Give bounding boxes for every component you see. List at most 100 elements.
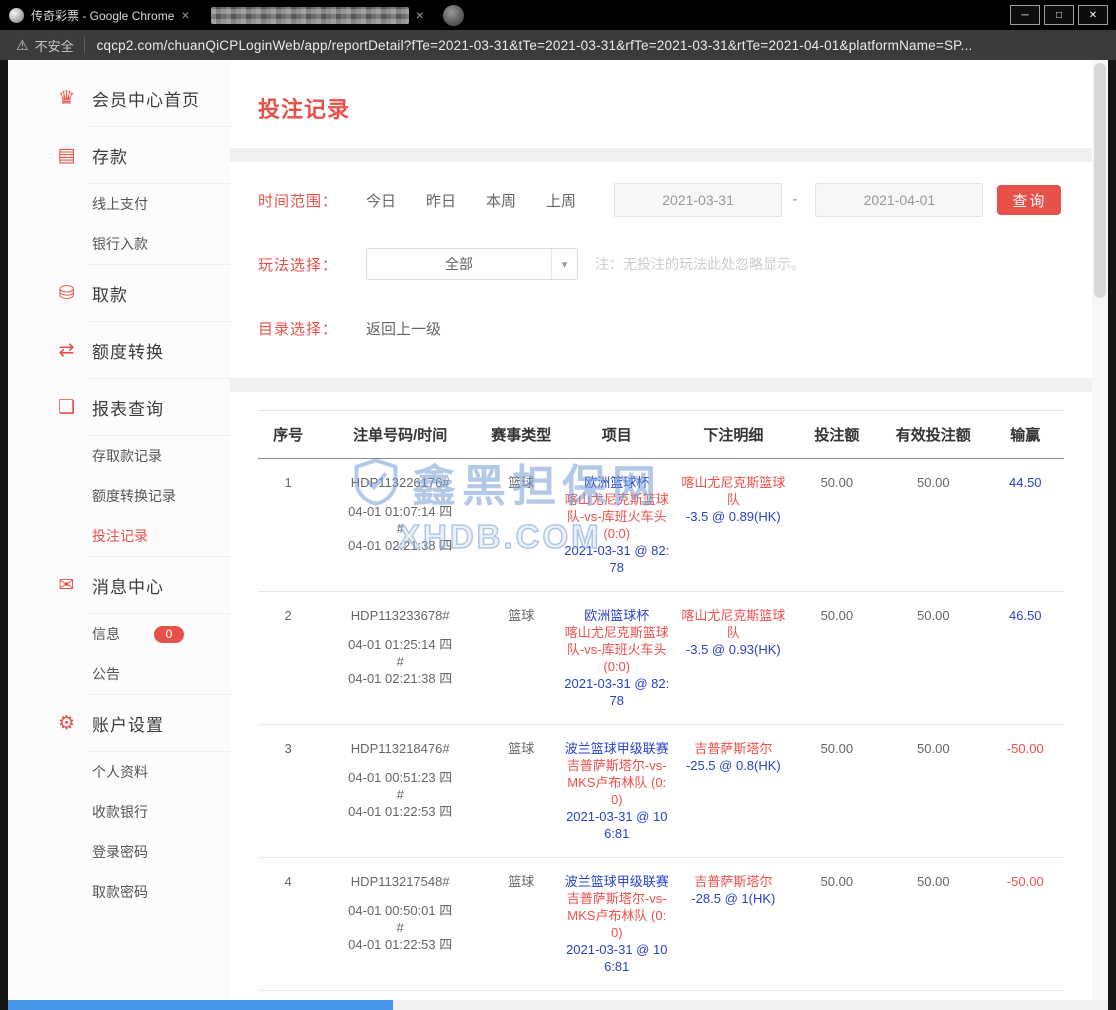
vertical-scrollbar-thumb[interactable]	[1094, 63, 1106, 298]
cell-item: 欧洲篮球杯 喀山尤尼克斯篮球队-vs-库班火车头 (0:0) 2021-03-3…	[560, 459, 673, 592]
cell-valid-amount: 50.00	[880, 858, 987, 991]
cell-order-time: HDP113233678# 04-01 01:25:14 四 # 04-01 0…	[318, 592, 482, 725]
cell-win-loss: 77.00	[987, 991, 1064, 1001]
sidebar-item-label: 存款	[92, 143, 128, 168]
cell-win-loss: -50.00	[987, 725, 1064, 858]
sidebar-item-report-query[interactable]: ❏ 报表查询	[8, 379, 230, 435]
sidebar-item-bank-deposit[interactable]: 银行入款	[8, 224, 230, 264]
search-button[interactable]: 查询	[997, 185, 1061, 215]
sidebar-item-deposit-withdraw-records[interactable]: 存取款记录	[8, 436, 230, 476]
sidebar-item-withdraw-password[interactable]: 取款密码	[8, 872, 230, 912]
date-to-input[interactable]: 2021-04-01	[815, 183, 983, 217]
date-from-input[interactable]: 2021-03-31	[614, 183, 782, 217]
table-row: 5 HDP113181282# 03-31 23:34:41 四 # 篮球 希腊…	[258, 991, 1064, 1001]
maximize-button[interactable]: □	[1044, 5, 1074, 25]
filter-card: 时间范围： 今日 昨日 本周 上周 2021-03-31 - 2021-04-0…	[230, 162, 1092, 378]
cell-bet-detail: 喀山尤尼克斯篮球队 -3.5 @ 0.89(HK)	[673, 459, 794, 592]
window-frame-right	[1108, 60, 1116, 1010]
sidebar-item-label: 信息	[92, 624, 120, 644]
cell-no: 3	[258, 725, 318, 858]
sidebar-item-announcements[interactable]: 公告	[8, 654, 230, 694]
horizontal-scrollbar[interactable]	[8, 1000, 1108, 1010]
match-date-score: 2021-03-31 @ 106:81	[563, 941, 670, 975]
sidebar-item-quota-transfer-records[interactable]: 额度转换记录	[8, 476, 230, 516]
bet-odds: -25.5 @ 0.8(HK)	[676, 757, 791, 774]
deposit-icon: ▤	[54, 144, 80, 167]
report-icon: ❏	[54, 396, 80, 419]
order-hash: #	[321, 919, 479, 936]
sidebar-item-withdraw[interactable]: ⛁ 取款	[8, 265, 230, 321]
league-name: 欧洲篮球杯	[563, 607, 670, 624]
time-range-label: 时间范围：	[258, 190, 366, 211]
sidebar-item-label: 登录密码	[92, 842, 148, 862]
tab-close-icon[interactable]: ×	[416, 8, 424, 22]
order-time-2: 04-01 01:22:53 四	[321, 803, 479, 820]
sidebar-item-message-center[interactable]: ✉ 消息中心	[8, 557, 230, 613]
back-up-level-link[interactable]: 返回上一级	[366, 318, 441, 339]
sidebar-item-bet-records[interactable]: 投注记录	[8, 516, 230, 556]
bet-team: 吉普萨斯塔尔	[676, 873, 791, 890]
match-teams: 喀山尤尼克斯篮球队-vs-库班火车头 (0:0)	[563, 491, 670, 542]
address-bar[interactable]: ⚠ 不安全 cqcp2.com/chuanQiCPLoginWeb/app/re…	[0, 30, 1116, 60]
sidebar-item-messages[interactable]: 信息 0	[8, 614, 230, 654]
page-title: 投注记录	[258, 92, 1064, 124]
cell-item: 希腊篮球甲级联赛 普罗米修斯帕特拉斯队-vs-阿里斯	[560, 991, 673, 1001]
cell-bet-detail: 普罗米修斯帕特拉斯队 -5.5 @ 0.77(HK)	[673, 991, 794, 1001]
bet-team: 喀山尤尼克斯篮球队	[676, 474, 791, 508]
quick-link-today[interactable]: 今日	[366, 190, 396, 211]
crown-icon: ♛	[54, 87, 80, 110]
sidebar-item-receiving-bank[interactable]: 收款银行	[8, 792, 230, 832]
sidebar-item-label: 收款银行	[92, 802, 148, 822]
sidebar-item-label: 账户设置	[92, 711, 164, 736]
sidebar-item-account-settings[interactable]: ⚙ 账户设置	[8, 695, 230, 751]
quick-link-yesterday[interactable]: 昨日	[426, 190, 456, 211]
sidebar-item-login-password[interactable]: 登录密码	[8, 832, 230, 872]
cell-win-loss: 46.50	[987, 592, 1064, 725]
bet-team: 喀山尤尼克斯篮球队	[676, 607, 791, 641]
order-time-1: 04-01 01:07:14 四	[321, 503, 479, 520]
minimize-button[interactable]: ─	[1010, 5, 1040, 25]
sidebar-item-online-payment[interactable]: 线上支付	[8, 184, 230, 224]
sidebar-item-member-center-home[interactable]: ♛ 会员中心首页	[8, 70, 230, 126]
close-button[interactable]: ✕	[1078, 5, 1108, 25]
transfer-icon: ⇄	[54, 339, 80, 362]
url-text[interactable]: cqcp2.com/chuanQiCPLoginWeb/app/reportDe…	[97, 38, 973, 53]
quick-link-last-week[interactable]: 上周	[546, 190, 576, 211]
cell-bet-detail: 吉普萨斯塔尔 -28.5 @ 1(HK)	[673, 858, 794, 991]
play-type-select[interactable]: 全部 ▾	[366, 248, 578, 280]
quick-link-this-week[interactable]: 本周	[486, 190, 516, 211]
cell-sport: 篮球	[482, 858, 560, 991]
bet-odds: -3.5 @ 0.93(HK)	[676, 641, 791, 658]
cell-sport: 篮球	[482, 991, 560, 1001]
tab-close-icon[interactable]: ×	[181, 8, 189, 22]
sidebar-item-label: 个人资料	[92, 762, 148, 782]
sidebar-item-profile[interactable]: 个人资料	[8, 752, 230, 792]
sidebar-item-quota-transfer[interactable]: ⇄ 额度转换	[8, 322, 230, 378]
blurred-tab[interactable]	[211, 7, 409, 24]
order-id: HDP113233678#	[321, 607, 479, 624]
cell-amount: 50.00	[794, 459, 880, 592]
match-teams: 喀山尤尼克斯篮球队-vs-库班火车头 (0:0)	[563, 624, 670, 675]
horizontal-scrollbar-thumb[interactable]	[8, 1000, 393, 1010]
sidebar-item-label: 线上支付	[92, 194, 148, 214]
table-body: 1 HDP113226176# 04-01 01:07:14 四 # 04-01…	[258, 459, 1064, 1001]
cell-amount: 100.00	[794, 991, 880, 1001]
sidebar-item-deposit[interactable]: ▤ 存款	[8, 127, 230, 183]
not-secure-label[interactable]: 不安全	[35, 36, 74, 55]
cell-item: 欧洲篮球杯 喀山尤尼克斯篮球队-vs-库班火车头 (0:0) 2021-03-3…	[560, 592, 673, 725]
cell-amount: 50.00	[794, 725, 880, 858]
main-content: 投注记录 时间范围： 今日 昨日 本周 上周 2021-03-31 - 2021…	[230, 60, 1092, 1000]
cell-valid-amount: 50.00	[880, 725, 987, 858]
cell-valid-amount: 50.00	[880, 459, 987, 592]
app-root: ♛ 会员中心首页 ▤ 存款 线上支付 银行入款 ⛁ 取款 ⇄ 额度转换 ❏ 报表…	[8, 60, 1108, 1000]
match-teams: 吉普萨斯塔尔-vs-MKS卢布林队 (0:0)	[563, 757, 670, 808]
cell-no: 4	[258, 858, 318, 991]
sidebar-item-label: 取款密码	[92, 882, 148, 902]
blurred-avatar-icon[interactable]	[443, 5, 464, 26]
sidebar-item-label: 额度转换	[92, 338, 164, 363]
warning-icon[interactable]: ⚠	[16, 37, 29, 54]
date-range-dash: -	[792, 191, 797, 209]
vertical-scrollbar[interactable]	[1092, 60, 1108, 1000]
order-id: HDP113226176#	[321, 474, 479, 491]
cell-order-time: HDP113217548# 04-01 00:50:01 四 # 04-01 0…	[318, 858, 482, 991]
